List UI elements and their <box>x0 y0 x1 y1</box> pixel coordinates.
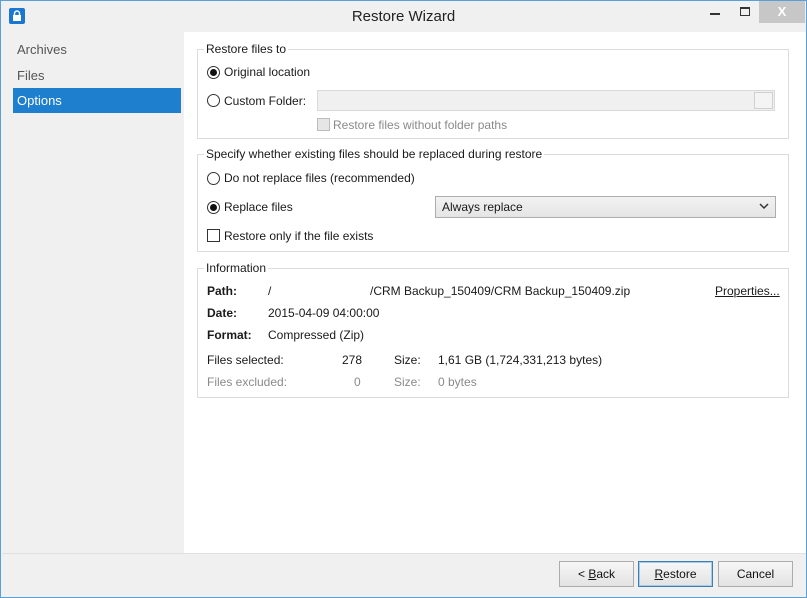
options-panel: Restore files to Original location Custo… <box>184 32 806 553</box>
maximize-button[interactable] <box>731 1 759 23</box>
original-location-label[interactable]: Original location <box>224 65 310 79</box>
path-value: /CRM Backup_150409/CRM Backup_150409.zip <box>370 284 631 298</box>
replace-mode-dropdown[interactable]: Always replace <box>435 196 776 218</box>
custom-folder-label[interactable]: Custom Folder: <box>224 94 306 108</box>
files-selected-key: Files selected: <box>207 353 284 367</box>
restore-to-group-title: Restore files to <box>204 42 289 56</box>
information-group-title: Information <box>204 261 269 275</box>
format-value: Compressed (Zip) <box>268 328 365 342</box>
window-title: Restore Wizard <box>351 8 456 25</box>
replace-files-radio[interactable] <box>207 201 220 214</box>
do-not-replace-radio[interactable] <box>207 172 220 185</box>
selected-size-value: 1,61 GB (1,724,331,213 bytes) <box>438 353 603 367</box>
back-label-rest: ack <box>596 567 616 581</box>
date-value: 2015-04-09 04:00:00 <box>268 306 380 320</box>
properties-link[interactable]: Properties... <box>715 284 780 298</box>
files-excluded-count: 0 <box>354 375 361 389</box>
do-not-replace-label[interactable]: Do not replace files (recommended) <box>224 171 415 185</box>
selected-size-key: Size: <box>394 353 421 367</box>
restore-only-if-exists-label[interactable]: Restore only if the file exists <box>224 229 373 243</box>
original-location-radio[interactable] <box>207 66 220 79</box>
restore-without-paths-checkbox[interactable] <box>317 118 330 131</box>
restore-only-if-exists-checkbox[interactable] <box>207 229 220 242</box>
path-key: Path: <box>207 284 237 298</box>
custom-folder-input[interactable] <box>317 90 775 111</box>
maximize-icon <box>740 7 750 16</box>
restore-to-group: Restore files to Original location Custo… <box>197 42 789 139</box>
excluded-size-value: 0 bytes <box>438 375 477 389</box>
sidebar-item-options[interactable]: Options <box>13 88 181 113</box>
restore-accelerator: R <box>654 567 664 581</box>
back-button[interactable]: < Back <box>559 561 634 587</box>
chevron-down-icon <box>759 203 769 210</box>
restore-wizard-window: Restore Wizard X Archives Files Options … <box>0 0 807 598</box>
files-excluded-key: Files excluded: <box>207 375 288 389</box>
replace-mode-value: Always replace <box>442 200 523 214</box>
information-group: Information Path: / /CRM Backup_150409/C… <box>197 261 789 398</box>
wizard-footer: < Back Restore Cancel <box>2 553 806 597</box>
close-button[interactable]: X <box>759 1 805 23</box>
restore-label-rest: estore <box>663 567 697 581</box>
replace-options-group-title: Specify whether existing files should be… <box>204 147 545 161</box>
replace-files-label[interactable]: Replace files <box>224 200 293 214</box>
minimize-button[interactable] <box>701 1 729 23</box>
sidebar-item-files[interactable]: Files <box>13 63 181 88</box>
format-key: Format: <box>207 328 252 342</box>
restore-button[interactable]: Restore <box>638 561 713 587</box>
excluded-size-key: Size: <box>394 375 421 389</box>
date-key: Date: <box>207 306 238 320</box>
minimize-icon <box>710 13 720 15</box>
back-prefix: < <box>577 567 589 581</box>
replace-options-group: Specify whether existing files should be… <box>197 147 789 252</box>
title-bar[interactable]: Restore Wizard X <box>1 1 806 32</box>
wizard-steps-sidebar: Archives Files Options <box>2 32 184 553</box>
sidebar-item-archives[interactable]: Archives <box>13 37 181 62</box>
close-icon: X <box>777 4 787 19</box>
custom-folder-radio[interactable] <box>207 94 220 107</box>
cancel-button[interactable]: Cancel <box>718 561 793 587</box>
browse-folder-button[interactable] <box>754 92 773 109</box>
files-selected-count: 278 <box>342 353 363 367</box>
restore-without-paths-label[interactable]: Restore files without folder paths <box>333 118 507 132</box>
path-prefix: / <box>268 284 272 298</box>
